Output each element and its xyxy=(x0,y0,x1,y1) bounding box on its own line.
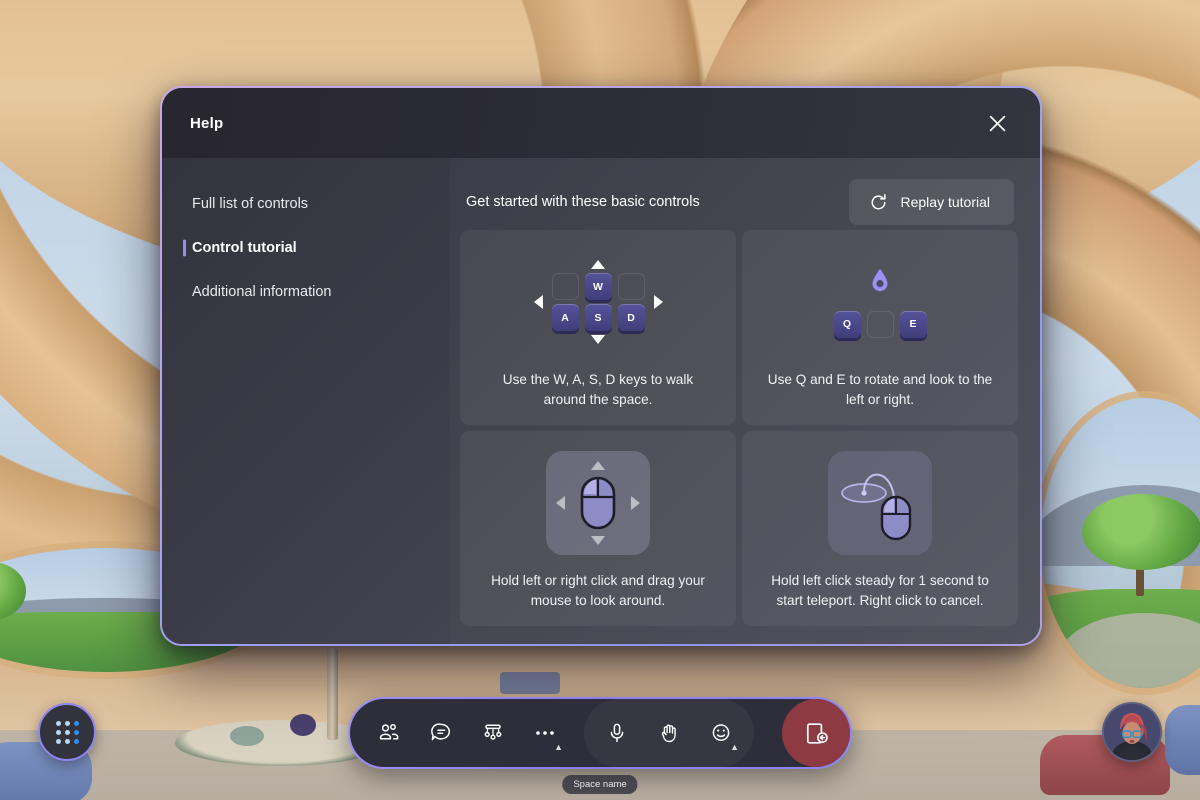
rock-1 xyxy=(230,726,264,746)
page-title: Help xyxy=(190,114,224,132)
refresh-icon xyxy=(870,193,886,209)
toolbar-group-right: ▲ xyxy=(584,699,754,767)
arrow-up-icon xyxy=(591,260,605,270)
more-button[interactable]: ▲ xyxy=(520,708,570,758)
chevron-up-icon: ▲ xyxy=(554,742,563,752)
raise-hand-icon xyxy=(661,724,676,743)
replay-tutorial-button[interactable]: Replay tutorial xyxy=(848,179,1014,225)
walk-card: W A S D Use the W, A, S, D keys to walk … xyxy=(460,230,736,425)
far-table xyxy=(500,672,560,694)
key-row-top: W xyxy=(551,273,645,301)
arrow-left-icon xyxy=(533,295,543,310)
sidebar-item-additional-info[interactable]: Additional information xyxy=(162,270,450,314)
toolbar-group-left: ▲ xyxy=(350,699,570,767)
arrow-down-icon xyxy=(591,536,605,546)
microphone-icon xyxy=(610,723,624,743)
teleport-graphic xyxy=(762,445,998,561)
help-dialog-inner: Help Full list of controls Control tutor… xyxy=(162,88,1040,644)
tutorial-cards-grid: W A S D Use the W, A, S, D keys to walk … xyxy=(460,230,1018,626)
close-icon xyxy=(989,115,1005,131)
mouse-icon xyxy=(580,476,616,530)
content-header: Get started with these basic controls Re… xyxy=(460,174,1018,230)
toolbar-inner: ▲ ▲ xyxy=(350,699,850,767)
leave-button[interactable] xyxy=(782,699,850,767)
sidebar-item-label: Additional information xyxy=(192,284,332,300)
dialog-header: Help xyxy=(162,88,1040,158)
card-caption: Use the W, A, S, D keys to walk around t… xyxy=(502,372,694,407)
microphone-button[interactable] xyxy=(592,708,642,758)
close-button[interactable] xyxy=(980,106,1014,140)
arrow-right-icon xyxy=(631,496,640,511)
dialog-body: Full list of controls Control tutorial A… xyxy=(162,158,1040,644)
meeting-toolbar: ▲ ▲ xyxy=(348,697,852,769)
replay-tutorial-label: Replay tutorial xyxy=(900,194,991,210)
help-content: Get started with these basic controls Re… xyxy=(450,158,1040,644)
avatar-pin-icon xyxy=(872,268,888,291)
teleport-mouse-icon xyxy=(841,473,912,541)
content-heading: Get started with these basic controls xyxy=(466,194,700,210)
avatar-portrait-icon xyxy=(1104,704,1160,760)
arrow-left-icon xyxy=(556,496,565,511)
seating-icon xyxy=(484,724,502,740)
key-row-qe: Q E xyxy=(833,310,927,338)
grid-dots-icon xyxy=(55,720,79,744)
arrow-right-icon xyxy=(653,295,663,310)
user-avatar[interactable] xyxy=(1102,702,1162,762)
key-blank xyxy=(617,273,645,301)
sidebar-item-label: Control tutorial xyxy=(192,240,297,256)
raise-hand-button[interactable] xyxy=(644,708,694,758)
leave-door-icon xyxy=(806,722,828,744)
key-blank xyxy=(551,273,579,301)
rotate-card: Q E Use Q and E to rotate and look to th… xyxy=(742,230,1018,425)
people-icon xyxy=(379,724,399,740)
wasd-keys-graphic: W A S D xyxy=(480,244,716,360)
key-blank xyxy=(866,310,894,338)
reactions-button[interactable]: ▲ xyxy=(696,708,746,758)
seats-button[interactable] xyxy=(468,708,518,758)
chat-icon xyxy=(431,723,450,741)
space-name-label: Space name xyxy=(562,775,638,794)
key-q: Q xyxy=(833,310,861,338)
sidebar-item-full-list[interactable]: Full list of controls xyxy=(162,182,450,226)
window-right xyxy=(1040,398,1200,688)
key-w: W xyxy=(584,273,612,301)
key-e: E xyxy=(899,310,927,338)
look-card: Hold left or right click and drag your m… xyxy=(460,431,736,626)
key-row-bottom: A S D xyxy=(551,304,645,332)
arrow-down-icon xyxy=(591,335,605,345)
chat-button[interactable] xyxy=(416,708,466,758)
key-s: S xyxy=(584,304,612,332)
arrow-up-icon xyxy=(591,461,605,471)
help-sidebar: Full list of controls Control tutorial A… xyxy=(162,158,450,644)
key-d: D xyxy=(617,304,645,332)
sidebar-item-control-tutorial[interactable]: Control tutorial xyxy=(162,226,450,270)
card-caption: Hold left click steady for 1 second to s… xyxy=(771,573,989,608)
more-dots-icon xyxy=(536,731,554,735)
apps-grid-button[interactable] xyxy=(38,703,96,761)
card-caption: Hold left or right click and drag your m… xyxy=(491,573,705,608)
help-dialog: Help Full list of controls Control tutor… xyxy=(160,86,1042,646)
people-button[interactable] xyxy=(364,708,414,758)
mouse-drag-graphic xyxy=(480,445,716,561)
bush-1 xyxy=(290,714,316,736)
qe-keys-graphic: Q E xyxy=(762,244,998,360)
indoor-tree-trunk xyxy=(327,648,338,740)
teleport-card: Hold left click steady for 1 second to s… xyxy=(742,431,1018,626)
card-caption: Use Q and E to rotate and look to the le… xyxy=(767,372,993,407)
sidebar-item-label: Full list of controls xyxy=(192,196,309,212)
chair-right xyxy=(1165,705,1200,775)
key-a: A xyxy=(551,304,579,332)
chevron-up-icon: ▲ xyxy=(730,742,739,752)
